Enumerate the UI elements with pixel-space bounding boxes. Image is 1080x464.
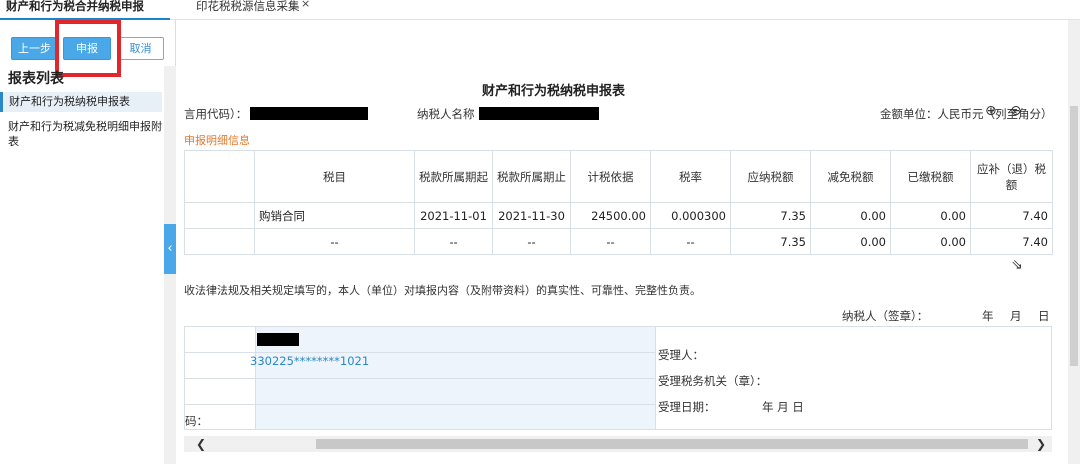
table-header-row: 税目 税款所属期起 税款所属期止 计税依据 税率 应纳税额 减免税额 已缴税额 … xyxy=(184,150,1053,203)
table-cell: 7.35 xyxy=(730,202,811,229)
credit-code-label: 言用代码）： xyxy=(184,107,248,121)
report-list-title: 报表列表 xyxy=(8,71,64,87)
taxpayer-signature-label: 纳税人（签章）： xyxy=(842,309,929,323)
table-cell: 0.00 xyxy=(890,228,971,255)
table-cell: 7.35 xyxy=(730,228,811,255)
table-row[interactable]: 购销合同 2021-11-01 2021-11-30 24500.00 0.00… xyxy=(184,202,1053,229)
table-cell: 0.00 xyxy=(810,202,891,229)
acceptance-block: 码： 受理人： 受理税务机关（章）： 受理日期： 年 月 日 xyxy=(184,326,1052,430)
column-header: 应纳税额 xyxy=(730,150,811,203)
previous-step-button[interactable]: 上一步 xyxy=(11,37,58,60)
table-cell xyxy=(184,228,255,255)
tax-office-seal-label: 受理税务机关（章）： xyxy=(658,374,768,388)
accept-date-value: 年 月 日 xyxy=(762,400,804,414)
agent-info-row xyxy=(185,379,655,405)
table-cell: -- xyxy=(570,228,651,255)
column-header: 应补（退）税额 xyxy=(970,150,1053,203)
declaration-statement: 收法律法规及相关规定填写的，本人（单位）对填报内容（及附带资料）的真实性、可靠性… xyxy=(184,284,701,297)
vertical-scroll-thumb[interactable] xyxy=(1070,106,1078,366)
mouse-pointer-icon: ⇘ xyxy=(1011,257,1023,273)
table-cell: -- xyxy=(650,228,731,255)
table-cell: 7.40 xyxy=(970,202,1053,229)
report-list-item-exemption-schedule[interactable]: 财产和行为税减免税明细申报附表 xyxy=(0,119,162,149)
cancel-button[interactable]: 取消 xyxy=(117,37,164,60)
agent-info-area: 码： xyxy=(185,327,655,429)
table-cell: -- xyxy=(254,228,415,255)
zoom-out-icon[interactable]: ⊖ xyxy=(1010,103,1022,119)
declaration-detail-table: 税目 税款所属期起 税款所属期止 计税依据 税率 应纳税额 减免税额 已缴税额 … xyxy=(184,150,1053,255)
table-cell: 2021-11-30 xyxy=(492,202,571,229)
scroll-left-icon[interactable]: ❮ xyxy=(196,436,206,452)
accept-date-label: 受理日期： xyxy=(658,400,716,414)
zoom-in-icon[interactable]: ⊕ xyxy=(985,103,997,119)
tab-property-behavior-tax[interactable]: 财产和行为税合并纳税申报 xyxy=(0,0,170,20)
vertical-scrollbar[interactable] xyxy=(1068,20,1080,464)
horizontal-scroll-thumb[interactable] xyxy=(316,439,1028,449)
id-number-value: 330225********1021 xyxy=(250,354,370,368)
highlight-annotation-box xyxy=(55,20,121,77)
tax-office-acceptance-area: 受理人： 受理税务机关（章）： 受理日期： 年 月 日 xyxy=(655,327,1051,429)
tab-bar: 财产和行为税合并纳税申报 印花税税源信息采集 × xyxy=(0,0,1080,20)
column-header: 计税依据 xyxy=(570,150,651,203)
form-title: 财产和行为税纳税申报表 xyxy=(482,84,626,99)
table-cell: -- xyxy=(492,228,571,255)
column-header: 税款所属期起 xyxy=(414,150,493,203)
horizontal-scrollbar[interactable]: ❮ ❯ xyxy=(184,436,1052,452)
redacted-credit-code xyxy=(250,107,368,120)
chevron-left-icon: ‹ xyxy=(167,241,173,256)
date-month-label: 月 xyxy=(1010,309,1022,323)
taxpayer-name-label: 纳税人名称 xyxy=(417,107,475,121)
column-header: 减免税额 xyxy=(810,150,891,203)
table-cell: 购销合同 xyxy=(254,202,415,229)
section-title-declaration-details: 申报明细信息 xyxy=(184,134,250,147)
close-icon[interactable]: × xyxy=(301,0,310,10)
handler-label: 受理人： xyxy=(658,348,704,362)
column-header: 税率 xyxy=(650,150,731,203)
agent-info-row xyxy=(185,327,655,353)
redacted-agent-name xyxy=(257,333,299,346)
table-cell: 0.00 xyxy=(810,228,891,255)
scroll-right-icon[interactable]: ❯ xyxy=(1036,436,1046,452)
date-year-label: 年 xyxy=(982,309,994,323)
collapse-sidebar-handle[interactable]: ‹ xyxy=(164,224,176,274)
report-sidebar: 上一步 申报 取消 报表列表 财产和行为税纳税申报表 财产和行为税减免税明细申报… xyxy=(0,20,176,464)
tab-stamp-tax-source[interactable]: 印花税税源信息采集 xyxy=(196,0,300,20)
column-header: 已缴税额 xyxy=(890,150,971,203)
table-cell xyxy=(184,202,255,229)
column-header: 税款所属期止 xyxy=(492,150,571,203)
table-cell: -- xyxy=(414,228,493,255)
table-cell: 24500.00 xyxy=(570,202,651,229)
table-cell: 7.40 xyxy=(970,228,1053,255)
date-day-label: 日 xyxy=(1038,309,1050,323)
table-cell: 0.000300 xyxy=(650,202,731,229)
code-label: 码： xyxy=(185,414,208,428)
table-row[interactable]: -- -- -- -- -- 7.35 0.00 0.00 7.40 xyxy=(184,228,1053,255)
table-cell: 2021-11-01 xyxy=(414,202,493,229)
redacted-taxpayer-name xyxy=(479,107,599,120)
form-panel: 财产和行为税纳税申报表 言用代码）： 纳税人名称 金额单位：人民币元（列至角分）… xyxy=(176,20,1080,464)
column-header: 税目 xyxy=(254,150,415,203)
report-list-item-main-form[interactable]: 财产和行为税纳税申报表 xyxy=(0,92,162,112)
amount-unit-label: 金额单位：人民币元（列至角分） xyxy=(880,107,1053,121)
column-header xyxy=(184,150,255,203)
table-cell: 0.00 xyxy=(890,202,971,229)
